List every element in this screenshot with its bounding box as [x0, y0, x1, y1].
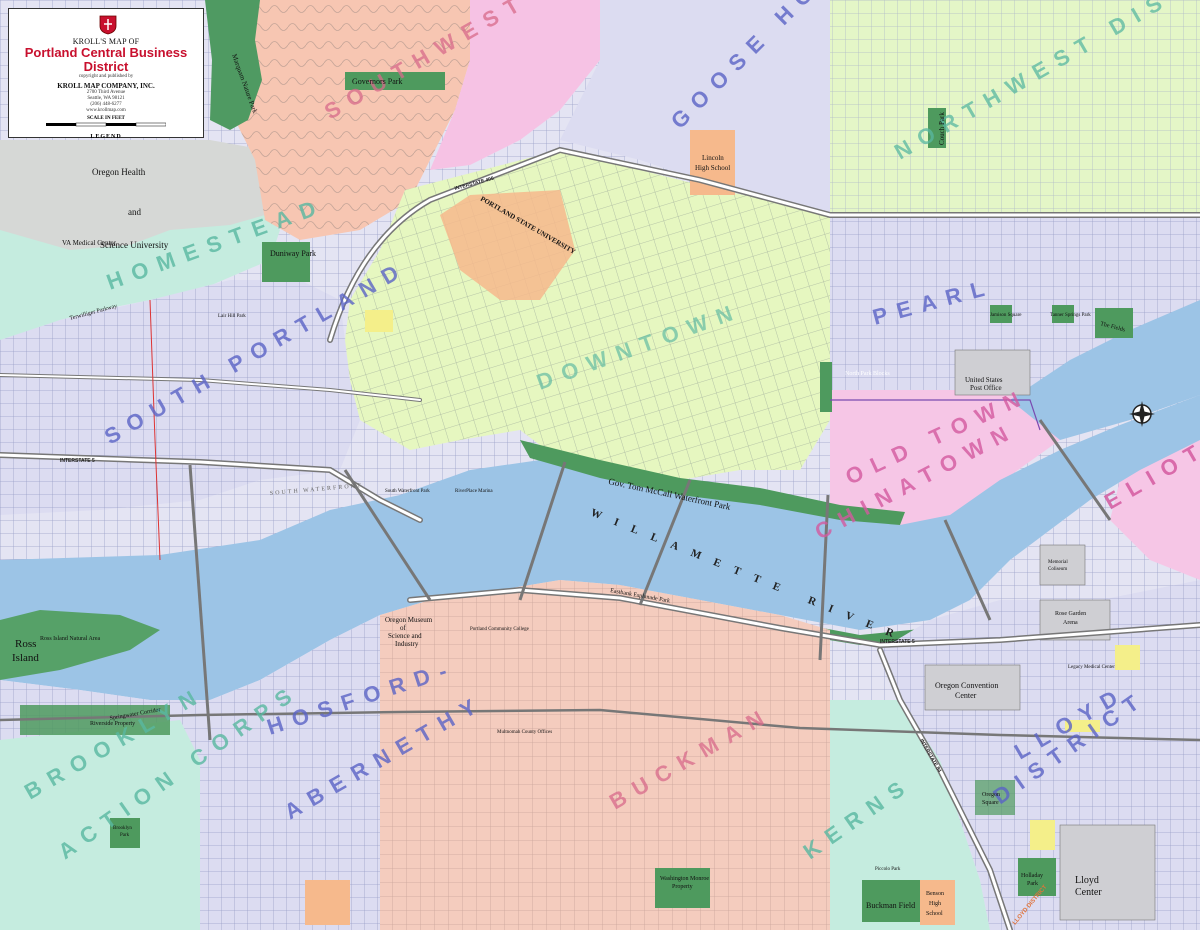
buckman-grid	[380, 580, 830, 930]
label-riverside: Riverside Property	[90, 721, 135, 727]
label-omsi-3: Science and	[388, 632, 422, 640]
label-duniway-park: Duniway Park	[270, 249, 316, 258]
downtown-grid	[340, 150, 830, 480]
label-ohsu-2: and	[128, 207, 141, 217]
label-couch-park: Couch Park	[938, 112, 946, 145]
label-benson-1: Benson	[926, 891, 944, 897]
label-ross-natural: Ross Island Natural Area	[40, 636, 100, 642]
north-park-blocks	[820, 362, 832, 412]
northwest-district-grid	[830, 0, 1200, 215]
label-omsi-2: of	[400, 624, 407, 632]
label-lair-hill: Lair Hill Park	[218, 314, 246, 319]
label-holladay-2: Park	[1027, 881, 1038, 887]
yellow-block-2	[1115, 645, 1140, 670]
label-washington-monroe-2: Property	[672, 884, 693, 890]
duniway-park	[262, 242, 310, 282]
label-omsi-1: Oregon Museum	[385, 616, 433, 624]
label-lloyd-center-1: Lloyd	[1075, 875, 1099, 886]
label-benson-3: School	[926, 911, 943, 917]
label-brooklyn-park-1: Brooklyn	[113, 826, 132, 831]
label-legacy: Legacy Medical Center	[1068, 665, 1115, 670]
label-ohsu-1: Oregon Health	[92, 167, 146, 177]
label-piccolo: Piccolo Park	[875, 867, 901, 872]
label-south-waterfront-park: South Waterfront Park	[385, 489, 430, 494]
label-ross-island-2: Island	[12, 652, 39, 664]
lloyd-center-block	[1059, 824, 1156, 921]
map-title: Portland Central Business District	[24, 45, 188, 74]
map-legend-label: LEGEND	[90, 134, 122, 140]
label-tanner: Tanner Springs Park	[1050, 313, 1091, 318]
label-post-office-1: United States	[965, 376, 1003, 384]
label-pcc: Portland Community College	[470, 627, 530, 632]
label-oregon-square-2: Square	[982, 800, 999, 806]
label-lincoln-2: High School	[695, 164, 730, 172]
label-rose-garden-2: Arena	[1063, 620, 1078, 626]
scale-bar	[46, 122, 166, 127]
label-brooklyn-park-2: Park	[120, 833, 130, 838]
memorial-coliseum-block	[1039, 544, 1086, 586]
label-convention-2: Center	[955, 691, 977, 700]
label-holladay-1: Holladay	[1021, 873, 1043, 879]
label-omsi-4: Industry	[395, 640, 419, 648]
map-company: KROLL MAP COMPANY, INC.	[57, 82, 155, 90]
label-lloyd-center-2: Center	[1075, 887, 1102, 898]
label-oregon-square-1: Oregon	[982, 792, 1000, 798]
label-governors-park: Governors Park	[352, 77, 402, 86]
abernethy-school	[305, 880, 350, 925]
label-lincoln-1: Lincoln	[702, 154, 724, 162]
label-post-office-2: Post Office	[970, 384, 1002, 392]
map-copyright: copyright and published by	[78, 74, 134, 79]
label-riverplace: RiverPlace Marina	[455, 489, 493, 494]
label-buckman-field: Buckman Field	[866, 901, 915, 910]
label-i5-east: INTERSTATE 5	[880, 639, 915, 645]
map-web: www.krollmap.com	[86, 108, 126, 113]
label-va-center: VA Medical Center	[62, 239, 117, 247]
label-convention-1: Oregon Convention	[935, 681, 998, 690]
label-benson-2: High	[929, 901, 941, 907]
kroll-crest-icon	[99, 15, 117, 35]
label-jamison: Jamison Square	[990, 313, 1022, 318]
label-i5-west: INTERSTATE 5	[60, 458, 95, 464]
label-rose-garden-1: Rose Garden	[1055, 611, 1086, 617]
map-title-box: KROLL'S MAP OF Portland Central Business…	[8, 8, 204, 140]
map-scale-label: SCALE IN FEET	[87, 116, 125, 121]
yellow-block-3	[1030, 820, 1055, 850]
label-multnomah: Multnomah County Offices	[497, 730, 552, 735]
label-coliseum-2: Coliseum	[1048, 567, 1067, 572]
yellow-block-1	[365, 310, 393, 332]
label-north-park-blocks: North Park Blocks	[845, 371, 890, 377]
label-washington-monroe-1: Washington Monroe	[660, 876, 709, 882]
label-coliseum-1: Memorial	[1048, 560, 1068, 565]
label-ross-island-1: Ross	[15, 638, 36, 650]
